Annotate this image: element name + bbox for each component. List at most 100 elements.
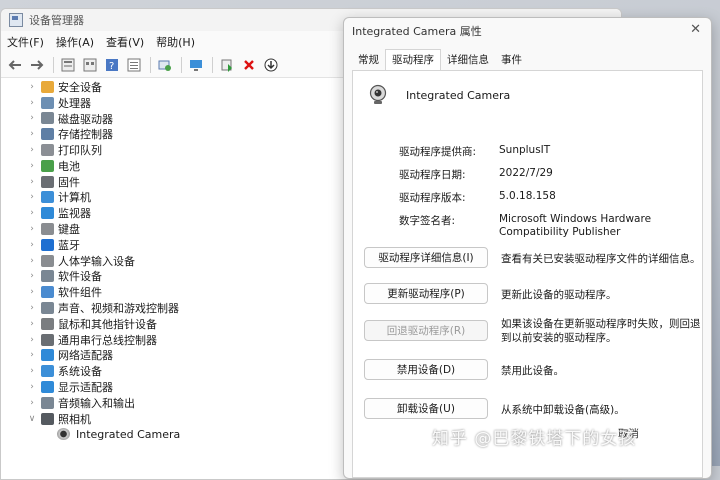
forward-arrow-icon[interactable] (29, 57, 45, 73)
tab-driver[interactable]: 驱动程序 (385, 49, 441, 70)
tree-category-label: 软件组件 (58, 286, 102, 300)
properties-dialog: Integrated Camera 属性 ✕ 常规 驱动程序 详细信息 事件 I… (343, 17, 712, 479)
tree-category-label: 存储控制器 (58, 128, 113, 142)
tree-category-label: 系统设备 (58, 365, 102, 379)
chevron-right-icon[interactable]: › (27, 382, 37, 392)
roll-back-driver-button[interactable]: 回退驱动程序(R) (364, 320, 488, 341)
device-category-icon (41, 159, 54, 172)
update-driver-button[interactable]: 更新驱动程序(P) (364, 283, 488, 304)
help-icon[interactable]: ? (104, 57, 120, 73)
chevron-right-icon[interactable]: › (27, 303, 37, 313)
device-category-icon (41, 144, 54, 157)
device-name: Integrated Camera (406, 88, 511, 102)
device-category-icon (41, 238, 54, 251)
chevron-right-icon[interactable]: › (27, 192, 37, 202)
chevron-right-icon[interactable]: › (27, 161, 37, 171)
info-label: 驱动程序版本: (399, 192, 466, 204)
update-driver-desc: 更新此设备的驱动程序。 (501, 289, 617, 301)
tree-category-label: 处理器 (58, 96, 91, 110)
menu-view[interactable]: 查看(V) (106, 34, 144, 50)
device-category-icon (41, 381, 54, 394)
device-category-icon (41, 96, 54, 109)
chevron-right-icon[interactable]: › (27, 287, 37, 297)
tree-category-label: 监视器 (58, 207, 91, 221)
tree-category-label: 音频输入和输出 (58, 396, 135, 410)
menu-action[interactable]: 操作(A) (56, 34, 94, 50)
device-category-icon (41, 396, 54, 409)
uninstall-device-desc: 从系统中卸载设备(高级)。 (501, 404, 625, 416)
device-category-icon (41, 286, 54, 299)
tab-details[interactable]: 详细信息 (441, 52, 495, 70)
chevron-right-icon[interactable]: › (27, 129, 37, 139)
update-driver-icon[interactable] (219, 57, 235, 73)
chevron-right-icon[interactable]: › (27, 335, 37, 345)
tree-category-label: 显示适配器 (58, 381, 113, 395)
monitor-icon[interactable] (188, 57, 204, 73)
tree-category-label: 键盘 (58, 223, 80, 237)
info-value: Microsoft Windows Hardware Compatibility… (499, 213, 652, 238)
svg-text:?: ? (109, 61, 114, 72)
device-category-icon (41, 112, 54, 125)
menu-file[interactable]: 文件(F) (7, 34, 44, 50)
device-category-icon (41, 80, 54, 93)
chevron-right-icon[interactable]: › (27, 366, 37, 376)
chevron-right-icon[interactable]: › (27, 113, 37, 123)
properties-view-icon[interactable] (60, 57, 76, 73)
tab-general[interactable]: 常规 (352, 52, 385, 70)
window-title: 设备管理器 (29, 14, 84, 27)
tree-category-label: 网络适配器 (58, 349, 113, 363)
chevron-right-icon[interactable]: › (27, 256, 37, 266)
driver-panel: Integrated Camera 驱动程序提供商: SunplusIT 驱动程… (352, 70, 703, 478)
tree-category-label: 通用串行总线控制器 (58, 333, 157, 347)
dialog-title: Integrated Camera 属性 (352, 25, 482, 38)
device-category-icon (41, 270, 54, 283)
driver-details-button[interactable]: 驱动程序详细信息(I) (364, 247, 488, 268)
chevron-right-icon[interactable]: › (27, 240, 37, 250)
uninstall-x-icon[interactable] (241, 57, 257, 73)
device-category-icon (41, 317, 54, 330)
info-label: 驱动程序提供商: (399, 146, 477, 158)
uninstall-device-button[interactable]: 卸载设备(U) (364, 398, 488, 419)
dialog-tabs: 常规 驱动程序 详细信息 事件 (344, 49, 711, 70)
back-arrow-icon[interactable] (7, 57, 23, 73)
tree-category-label: 照相机 (58, 412, 91, 426)
show-hidden-icon[interactable] (82, 57, 98, 73)
menu-help[interactable]: 帮助(H) (156, 34, 195, 50)
device-category-icon (41, 175, 54, 188)
chevron-right-icon[interactable]: › (27, 271, 37, 281)
chevron-right-icon[interactable]: › (27, 224, 37, 234)
chevron-right-icon[interactable]: › (27, 350, 37, 360)
tree-category-label: 安全设备 (58, 80, 102, 94)
device-list-icon[interactable] (126, 57, 142, 73)
watermark: 知乎 @巴黎铁塔下的女孩 (432, 429, 637, 449)
device-category-icon (41, 349, 54, 362)
chevron-right-icon[interactable]: › (27, 82, 37, 92)
tree-category-label: 电池 (58, 159, 80, 173)
chevron-right-icon[interactable]: › (27, 98, 37, 108)
disable-device-desc: 禁用此设备。 (501, 365, 564, 377)
device-manager-app-icon (9, 13, 23, 27)
tree-category-label: 打印队列 (58, 144, 102, 158)
chevron-right-icon[interactable]: › (27, 177, 37, 187)
chevron-right-icon[interactable]: › (27, 319, 37, 329)
camera-icon (367, 84, 389, 106)
scan-hardware-icon[interactable] (157, 57, 173, 73)
chevron-down-icon[interactable]: ∨ (27, 414, 37, 424)
chevron-right-icon[interactable]: › (27, 145, 37, 155)
info-label: 数字签名者: (399, 215, 456, 227)
download-icon[interactable] (263, 57, 279, 73)
driver-details-desc: 查看有关已安装驱动程序文件的详细信息。 (501, 253, 701, 265)
tree-category-label: 磁盘驱动器 (58, 112, 113, 126)
disable-device-button[interactable]: 禁用设备(D) (364, 359, 488, 380)
tree-device-label: Integrated Camera (76, 427, 181, 441)
device-category-icon (41, 302, 54, 315)
chevron-right-icon[interactable]: › (27, 398, 37, 408)
close-icon[interactable]: ✕ (690, 22, 701, 37)
camera-icon (57, 428, 70, 441)
tab-events[interactable]: 事件 (495, 52, 528, 70)
device-header: Integrated Camera (367, 84, 510, 106)
info-label: 驱动程序日期: (399, 169, 466, 181)
device-category-icon (41, 207, 54, 220)
chevron-right-icon[interactable]: › (27, 208, 37, 218)
device-category-icon (41, 191, 54, 204)
